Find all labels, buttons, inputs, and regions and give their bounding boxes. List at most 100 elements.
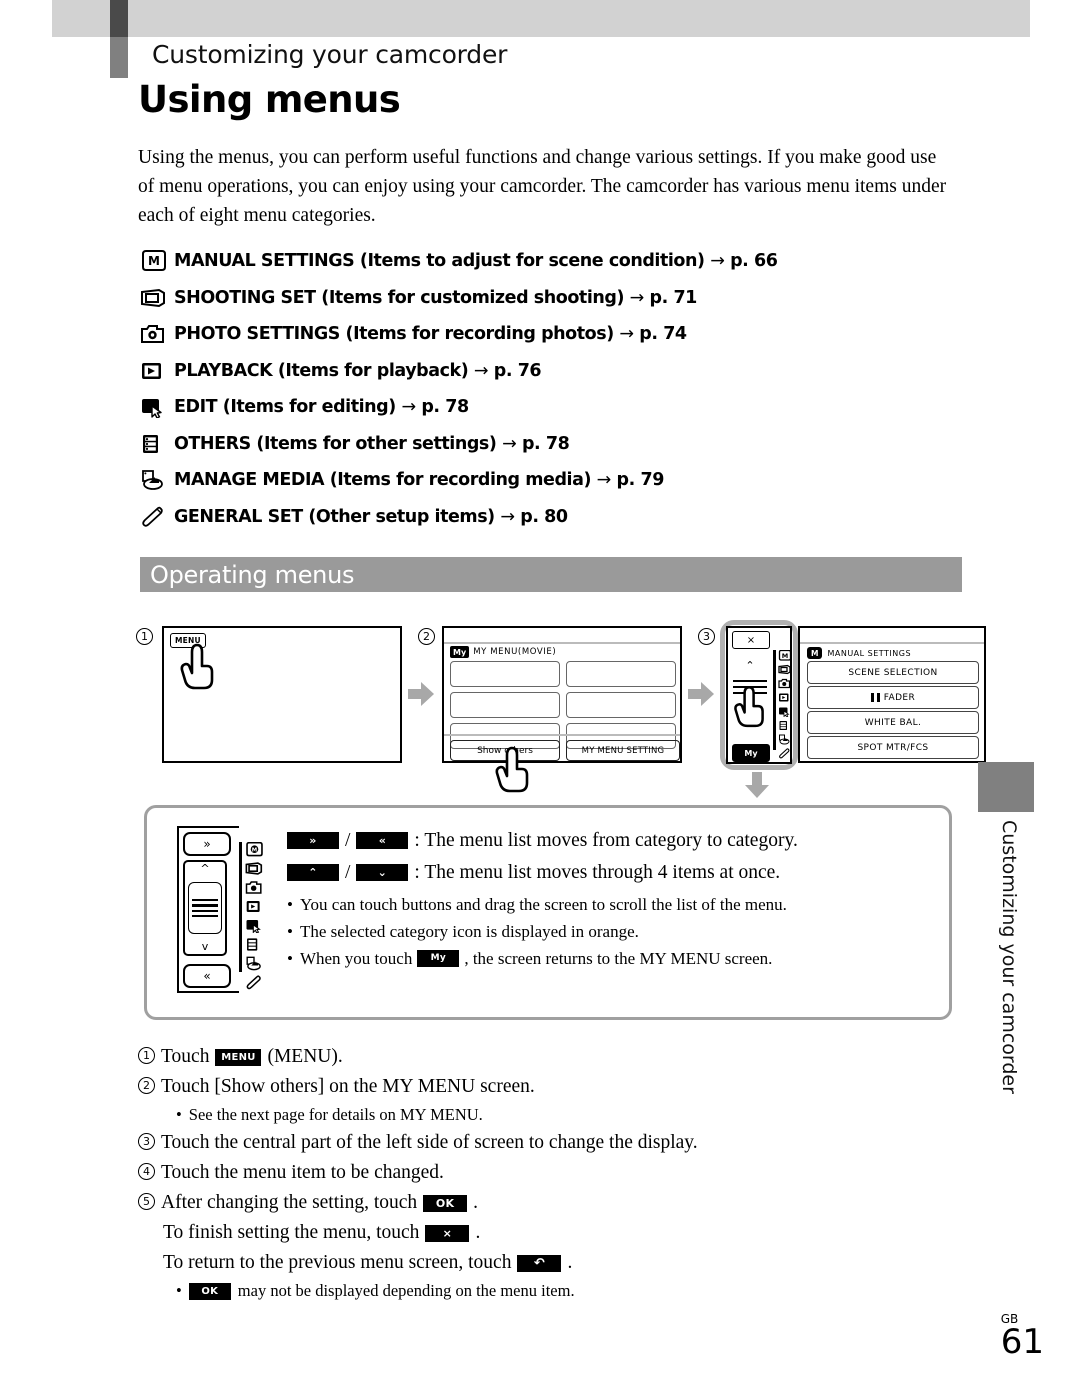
category-row-manage-media[interactable]: MANAGE MEDIA (Items for recording media)… <box>140 462 970 499</box>
page-up-button[interactable]: » <box>183 832 231 856</box>
category-row-general-set[interactable]: GENERAL SET (Other setup items) → p. 80 <box>140 499 970 536</box>
step-number: 2 <box>138 1077 155 1094</box>
step-text-pre: After changing the setting, touch <box>161 1192 418 1213</box>
category-icon-strip[interactable]: M <box>778 648 794 760</box>
page-down-button[interactable]: « <box>183 964 231 988</box>
my-menu-slot[interactable] <box>450 661 560 687</box>
step-text: Touch [Show others] on the MY MENU scree… <box>161 1076 535 1097</box>
step-2: 2 Touch [Show others] on the MY MENU scr… <box>138 1072 958 1102</box>
category-row-edit[interactable]: EDIT (Items for editing) → p. 78 <box>140 389 970 426</box>
pointing-hand-icon <box>495 746 529 793</box>
photo-settings-icon <box>140 323 174 345</box>
my-menu-setting-button[interactable]: MY MENU SETTING <box>566 740 680 761</box>
step-text-post: (MENU). <box>267 1046 343 1067</box>
side-chapter-tab <box>978 762 1034 812</box>
note-bullet-text: The selected category icon is displayed … <box>299 922 639 941</box>
category-icon-column[interactable]: M <box>245 840 264 992</box>
menu-category-list: M MANUAL SETTINGS (Items to adjust for s… <box>140 243 970 535</box>
side-chapter-label: Customizing your camcorder <box>998 820 1020 1094</box>
scroll-up-button[interactable]: ⌃ <box>732 654 768 676</box>
strip-icon-others[interactable] <box>245 935 264 954</box>
strip-icon-photo-settings[interactable] <box>245 878 264 897</box>
category-row-shooting-set[interactable]: SHOOTING SET (Items for customized shoot… <box>140 280 970 317</box>
menu-list-item[interactable]: FADER <box>807 686 979 709</box>
note-bullet: • You can touch buttons and drag the scr… <box>287 891 937 918</box>
step-text-post: . <box>473 1192 479 1213</box>
ok-key: OK <box>423 1194 468 1212</box>
page-title: Using menus <box>138 78 401 121</box>
strip-icon-manual-settings[interactable]: M <box>245 840 264 859</box>
strip-icon-playback[interactable] <box>245 897 264 916</box>
category-page-ref: p. 78 <box>421 397 469 418</box>
my-menu-return-button[interactable]: My <box>732 744 770 762</box>
menu-list-item[interactable]: WHITE BAL. <box>807 711 979 734</box>
note-line-1-text: : The menu list moves from category to c… <box>414 830 798 851</box>
strip-icon-general-set[interactable] <box>245 973 264 992</box>
my-menu-slot[interactable] <box>450 692 560 718</box>
strip-icon-edit[interactable] <box>245 916 264 935</box>
note-bullet: • The selected category icon is displaye… <box>287 918 937 945</box>
step-2-subnote: • See the next page for details on MY ME… <box>176 1102 958 1128</box>
general-set-icon <box>140 506 174 528</box>
my-menu-badge: My <box>450 646 470 658</box>
strip-icon-photo-settings[interactable] <box>778 676 794 690</box>
arrow-glyph: → <box>473 360 489 381</box>
header-chapter-tab <box>110 37 128 78</box>
operating-notes-box: » ^ v « M » / « : The menu list moves fr… <box>144 805 952 1020</box>
menu-list-item-label: FADER <box>883 692 916 703</box>
category-header-label: MANUAL SETTINGS <box>827 648 912 658</box>
bullet-marker: • <box>287 949 293 968</box>
strip-icon-manage-media[interactable] <box>778 732 794 746</box>
strip-icon-playback[interactable] <box>778 690 794 704</box>
back-key: ↶ <box>517 1254 562 1272</box>
strip-icon-manage-media[interactable] <box>245 954 264 973</box>
menu-list-item[interactable]: SPOT MTR/FCS <box>807 736 979 759</box>
arrow-glyph: → <box>401 397 416 418</box>
my-menu-slot[interactable] <box>566 661 676 687</box>
menu-list-item[interactable]: SCENE SELECTION <box>807 661 979 684</box>
step-number: 3 <box>138 1133 155 1150</box>
chevron-up-icon: ^ <box>200 862 210 875</box>
category-label: MANUAL SETTINGS (Items to adjust for sce… <box>174 251 705 272</box>
category-page-ref: p. 78 <box>521 433 570 454</box>
category-page-ref: p. 66 <box>730 251 778 272</box>
flow-arrow-down <box>745 772 769 798</box>
my-menu-slot[interactable] <box>566 692 676 718</box>
step-text: Touch the menu item to be changed. <box>161 1162 444 1183</box>
category-page-ref: p. 79 <box>616 470 665 491</box>
bullet-marker: • <box>287 895 293 914</box>
page-number: 61 <box>1000 1322 1044 1362</box>
category-row-playback[interactable]: PLAYBACK (Items for playback) → p. 76 <box>140 353 970 390</box>
category-row-photo-settings[interactable]: PHOTO SETTINGS (Items for recording phot… <box>140 316 970 353</box>
step-number: 5 <box>138 1193 155 1210</box>
chevron-down-icon: v <box>201 940 209 953</box>
edit-icon <box>140 396 174 419</box>
strip-icon-shooting-set[interactable] <box>245 859 264 878</box>
strip-icon-edit[interactable] <box>778 704 794 718</box>
scroll-thumb[interactable] <box>188 882 222 934</box>
note-bullet-text: You can touch buttons and drag the scree… <box>299 895 787 914</box>
ok-key: OK <box>188 1282 231 1300</box>
category-label: OTHERS (Items for other settings) <box>174 433 497 454</box>
close-button[interactable]: × <box>732 631 770 649</box>
flow-screen-3-menu-list: M MANUAL SETTINGS SCENE SELECTION FADER … <box>798 626 986 763</box>
category-page-ref: p. 80 <box>520 506 568 527</box>
category-page-ref: p. 74 <box>639 324 687 345</box>
category-row-manual-settings[interactable]: M MANUAL SETTINGS (Items to adjust for s… <box>140 243 970 280</box>
strip-icon-manual-settings[interactable]: M <box>778 648 794 662</box>
page-footer: GB 61 <box>1001 1313 1044 1359</box>
page-up-key: » <box>287 832 339 849</box>
left-panel-illustration: » ^ v « M <box>177 826 267 993</box>
strip-icon-others[interactable] <box>778 718 794 732</box>
header-gray-band <box>52 0 1030 37</box>
strip-icon-general-set[interactable] <box>778 746 794 760</box>
intro-paragraph: Using the menus, you can perform useful … <box>138 147 947 226</box>
category-row-others[interactable]: OTHERS (Items for other settings) → p. 7… <box>140 426 970 463</box>
category-label: EDIT (Items for editing) <box>174 397 396 418</box>
step-2-subnote-text: See the next page for details on MY MENU… <box>188 1105 483 1124</box>
scroll-track[interactable]: ^ v <box>183 860 227 956</box>
strip-icon-shooting-set[interactable] <box>778 662 794 676</box>
step-5: 5 After changing the setting, touch OK . <box>138 1188 958 1218</box>
header-dark-block <box>110 0 128 37</box>
step-number: 4 <box>138 1163 155 1180</box>
